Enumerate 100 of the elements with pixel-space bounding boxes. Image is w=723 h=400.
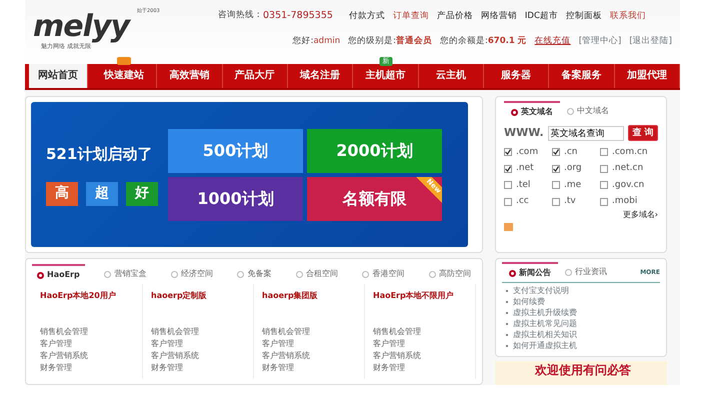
- field-label: 您好:: [292, 36, 314, 46]
- checkbox[interactable]: [504, 148, 512, 156]
- feature-item: 客户营销系统: [40, 350, 89, 362]
- feature-item: 客户营销系统: [151, 350, 200, 362]
- domain-suffix: .cc: [516, 195, 529, 208]
- nav-tab[interactable]: 快速建站: [92, 64, 158, 88]
- account-link[interactable]: [管理中心]: [578, 35, 622, 48]
- feature-item: 销售机会管理: [262, 326, 311, 338]
- tab-label: 新闻公告: [519, 267, 551, 279]
- nav-tab[interactable]: 云主机: [418, 64, 484, 88]
- news-link[interactable]: 虚拟主机常见问题: [513, 318, 577, 329]
- domain-suffix: .me: [564, 178, 582, 192]
- radio-icon: [565, 268, 572, 276]
- product-title[interactable]: haoerp集团版: [262, 290, 356, 302]
- domain-suffix: .cn: [564, 146, 578, 158]
- checkbox[interactable]: [504, 164, 512, 173]
- radio-icon: [104, 270, 112, 278]
- nav-tab[interactable]: 服务器: [484, 64, 550, 88]
- domain-suffix: .gov.cn: [612, 178, 644, 192]
- checkbox[interactable]: [552, 164, 560, 173]
- checkbox[interactable]: [600, 148, 608, 156]
- feature-item: 客户营销系统: [373, 350, 422, 362]
- news-link[interactable]: 支付宝支付说明: [513, 285, 569, 296]
- feature-item: 销售机会管理: [373, 326, 422, 338]
- tab-label: 行业资讯: [575, 266, 607, 278]
- banner-tag: 好: [126, 182, 158, 206]
- news-tab[interactable]: 行业资讯: [558, 263, 614, 281]
- field-label: 您的级别是:: [348, 36, 396, 46]
- product-tab[interactable]: 免备案: [232, 264, 276, 284]
- product-tab[interactable]: 高防空间: [424, 264, 476, 284]
- tab-label: 中文域名: [577, 105, 609, 117]
- banner-tag: 高: [46, 182, 78, 206]
- product-title[interactable]: HaoErp本地20用户: [40, 290, 134, 302]
- product-tab[interactable]: 香港空间: [357, 264, 410, 284]
- checkbox[interactable]: [600, 164, 608, 173]
- radio-icon: [296, 270, 303, 278]
- search-button[interactable]: 查 询: [628, 125, 658, 142]
- checkbox[interactable]: [600, 198, 608, 206]
- username: admin: [313, 36, 340, 46]
- product-tab[interactable]: 营销宝盒: [99, 264, 152, 284]
- news-link[interactable]: 虚拟主机升级续费: [513, 307, 577, 318]
- news-link[interactable]: 虚拟主机相关知识: [513, 329, 577, 340]
- logo-wordmark[interactable]: melyy: [33, 12, 130, 42]
- checkbox[interactable]: [600, 181, 608, 190]
- feature-item: 客户管理: [373, 338, 406, 350]
- square-icon: [504, 222, 513, 230]
- radio-icon: [511, 108, 518, 116]
- product-tab[interactable]: 经济空间: [166, 264, 218, 284]
- checkbox[interactable]: [552, 148, 560, 156]
- www-prefix: WWW.: [504, 125, 544, 141]
- checkbox[interactable]: [552, 198, 560, 206]
- top-link[interactable]: 控制面板: [566, 10, 602, 22]
- top-link[interactable]: 订单查询: [392, 10, 429, 22]
- nav-tab[interactable]: 产品大厅: [222, 64, 288, 88]
- more-domains-link[interactable]: 更多域名›: [622, 210, 658, 218]
- top-link[interactable]: 网络营销: [480, 10, 517, 22]
- tab-label: 经济空间: [180, 268, 213, 280]
- nav-tab[interactable]: 加盟代理: [614, 64, 680, 88]
- feature-item: 客户营销系统: [262, 350, 311, 362]
- radio-icon: [509, 270, 516, 276]
- domain-suffix: .tel: [516, 178, 530, 192]
- balance-amount: 670.1 元: [488, 36, 527, 46]
- product-title[interactable]: HaoErp本地不限用户: [373, 290, 467, 302]
- checkbox[interactable]: [504, 198, 512, 206]
- news-link[interactable]: 如何开通虚拟主机: [513, 340, 577, 351]
- top-link[interactable]: IDC超市: [524, 10, 558, 22]
- domain-suffix: .net.cn: [612, 162, 644, 175]
- domain-suffix: .mobi: [612, 195, 638, 208]
- feature-item: 财务管理: [151, 362, 184, 374]
- nav-tab[interactable]: 域名注册: [288, 64, 354, 88]
- feature-item: 销售机会管理: [40, 326, 89, 338]
- top-link[interactable]: 联系我们: [610, 10, 646, 22]
- nav-tab[interactable]: 高效营销: [157, 64, 223, 88]
- tab-label: 免备案: [247, 268, 272, 280]
- nav-tab[interactable]: 备案服务: [549, 64, 615, 88]
- hotline-number: 0351-7895355: [263, 9, 333, 23]
- nav-tab[interactable]: 网站首页: [29, 64, 88, 88]
- feature-item: 客户管理: [151, 338, 184, 350]
- radio-icon: [170, 270, 178, 278]
- promo-tile: 500计划: [168, 128, 303, 172]
- feature-item: 财务管理: [262, 362, 295, 374]
- top-link[interactable]: 产品价格: [436, 10, 473, 22]
- domain-input[interactable]: 英文域名查询: [548, 126, 624, 141]
- account-link[interactable]: [退出登陆]: [629, 35, 672, 48]
- domain-suffix: .com.cn: [612, 146, 648, 158]
- tab-label: 营销宝盒: [114, 268, 146, 280]
- tab-label: 英文域名: [521, 106, 553, 118]
- nav-tab[interactable]: 主机超市: [353, 64, 419, 88]
- checkbox[interactable]: [504, 181, 512, 190]
- news-link[interactable]: 如何续费: [513, 296, 545, 307]
- radio-icon: [362, 270, 370, 278]
- top-link[interactable]: 付款方式: [348, 10, 385, 22]
- product-title[interactable]: haoerp定制版: [151, 290, 245, 302]
- product-tab[interactable]: 合租空间: [290, 264, 343, 284]
- domain-suffix: .com: [516, 146, 538, 158]
- recharge-link[interactable]: 在线充值: [534, 35, 571, 48]
- domain-tab[interactable]: 中文域名: [560, 101, 616, 121]
- tab-label: HaoErp: [47, 269, 80, 281]
- radio-icon: [428, 270, 436, 278]
- checkbox[interactable]: [552, 181, 560, 190]
